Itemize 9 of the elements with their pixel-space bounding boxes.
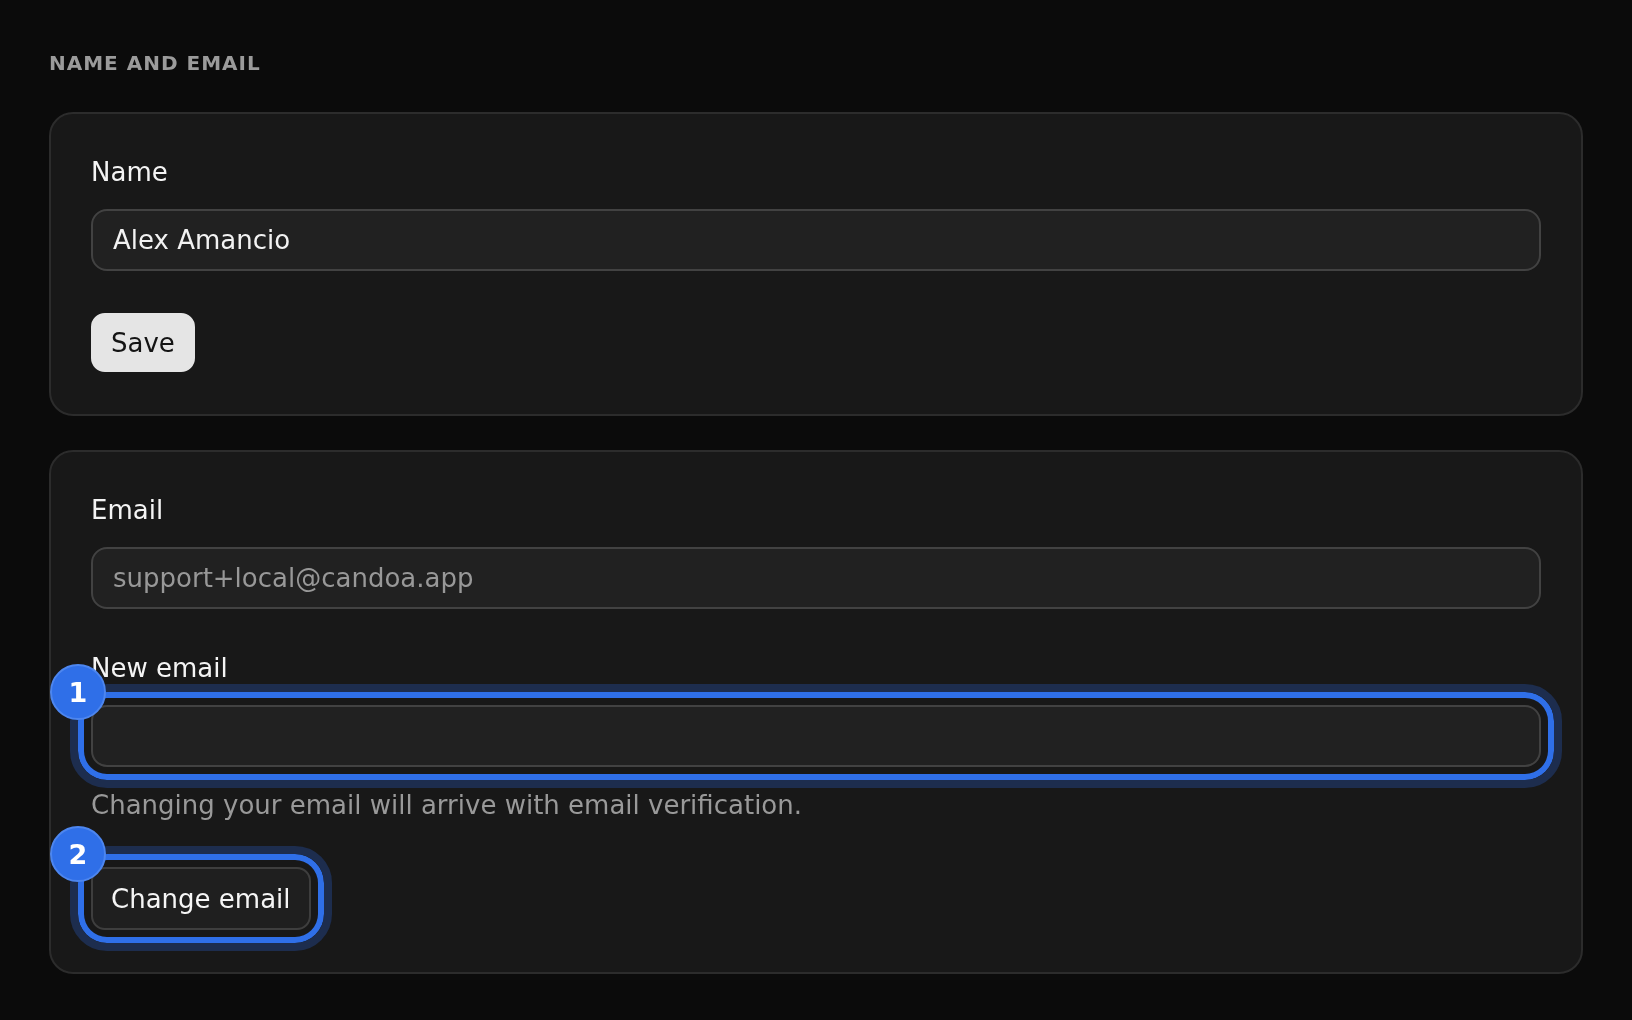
text-field[interactable]: [91, 705, 1541, 767]
step-badge: 2: [50, 826, 106, 882]
text-field[interactable]: Alex Amancio: [91, 209, 1541, 271]
action-button[interactable]: Change email: [91, 867, 311, 930]
field-label: Name: [91, 156, 168, 189]
action-button[interactable]: Save: [91, 313, 195, 372]
helper-text: Changing your email will arrive with email verification.: [91, 789, 802, 822]
field-label: Email: [91, 494, 164, 527]
section-title: NAME AND EMAIL: [49, 50, 261, 76]
